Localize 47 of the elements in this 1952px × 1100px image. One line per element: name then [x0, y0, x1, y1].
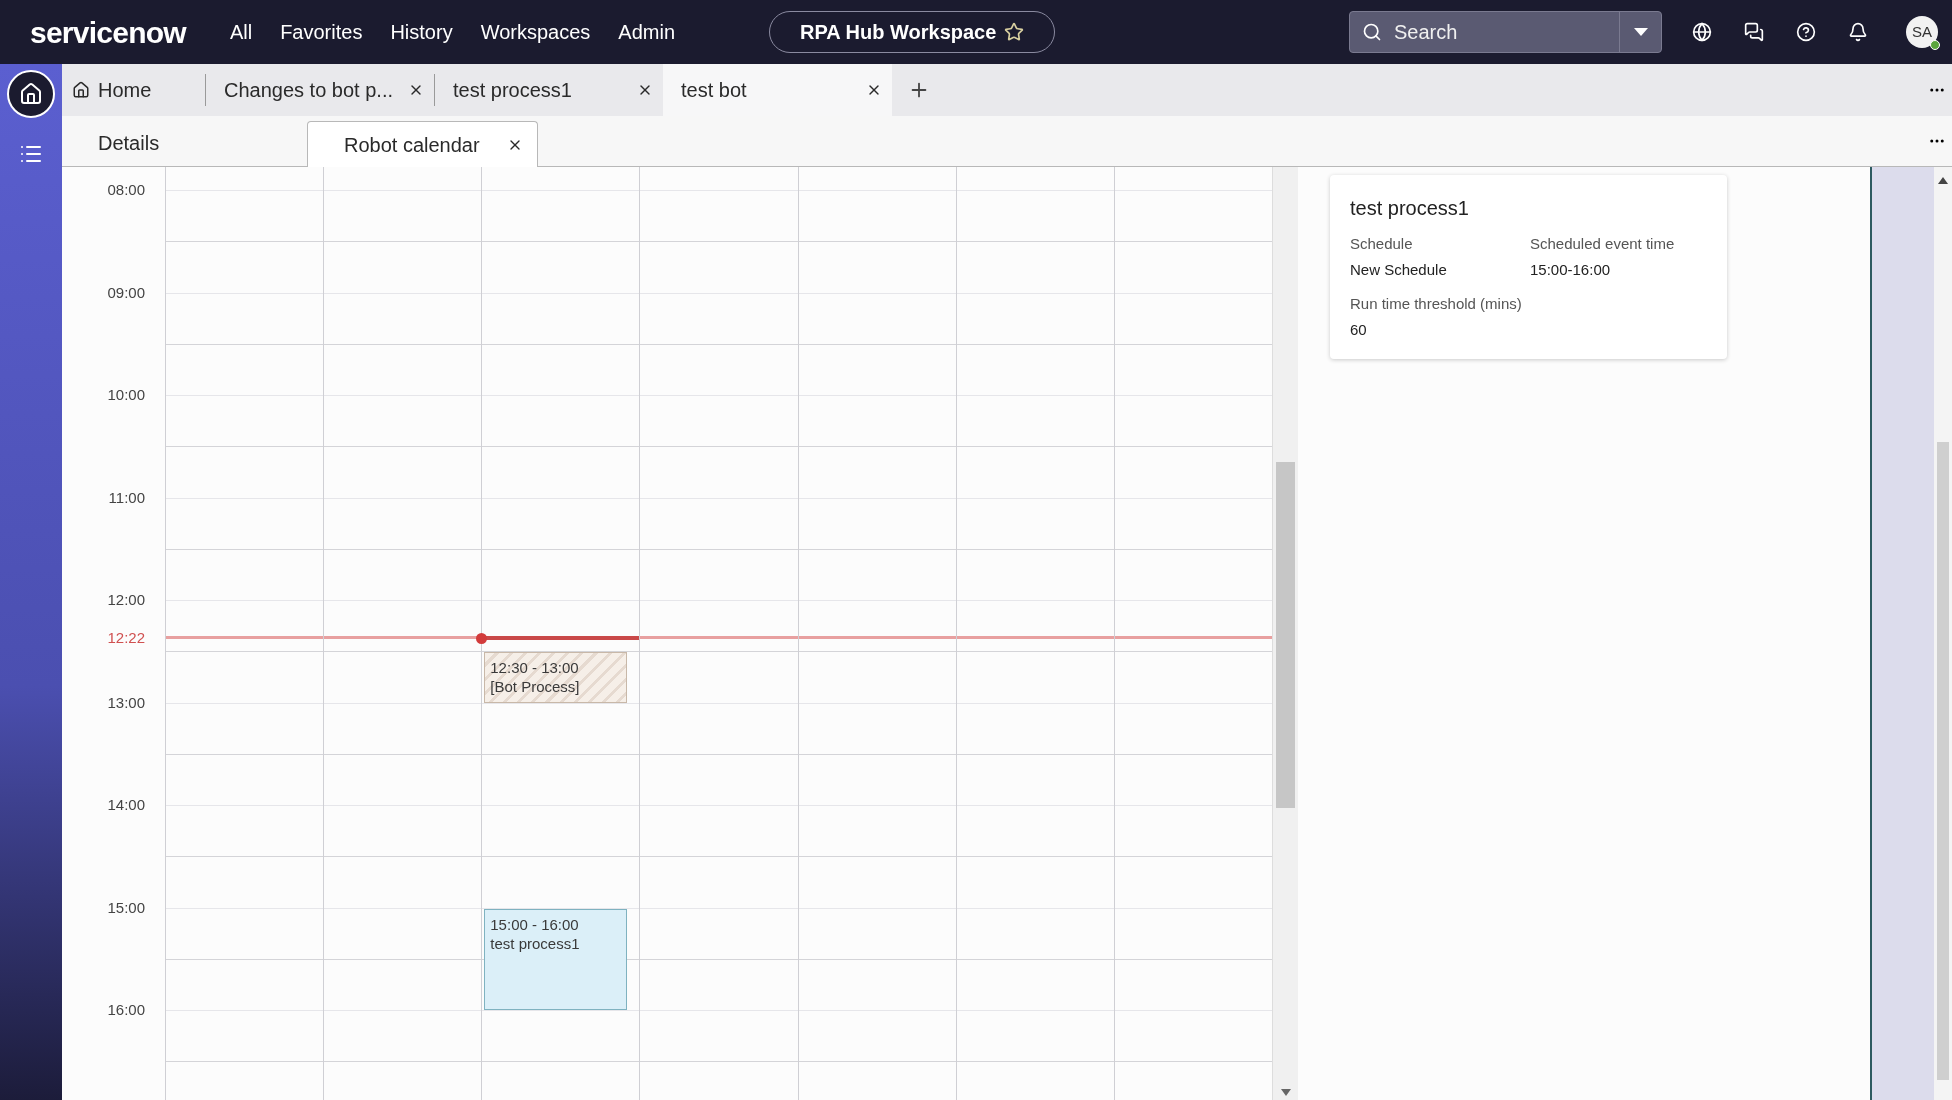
search-field[interactable]: Search [1394, 17, 1619, 47]
current-time-label: 12:22 [107, 629, 145, 645]
online-status-icon [1930, 40, 1940, 50]
record-tab[interactable]: test bot [663, 64, 892, 116]
scroll-up-icon[interactable] [1938, 177, 1948, 184]
hour-label: 12:00 [107, 592, 145, 607]
scroll-down-icon[interactable] [1281, 1089, 1291, 1096]
hour-label: 09:00 [107, 284, 145, 300]
hour-label: 08:00 [107, 182, 145, 197]
nav-link[interactable]: All [229, 17, 253, 47]
calendar-event[interactable]: 15:00 - 16:00 test process1 [484, 908, 628, 1010]
record-tab[interactable]: Home [62, 64, 205, 116]
hour-label: 16:00 [107, 1002, 145, 1017]
card-title: test process1 [1350, 196, 1470, 221]
hour-label: 10:00 [107, 387, 145, 402]
bell-icon[interactable] [1848, 22, 1868, 42]
globe-icon[interactable] [1692, 22, 1712, 42]
nav-link[interactable]: Admin [618, 17, 675, 47]
nav-link[interactable]: History [390, 17, 453, 47]
home-icon [19, 82, 43, 106]
field-value: New Schedule [1350, 259, 1448, 280]
avatar[interactable]: SA [1906, 16, 1938, 48]
calendar-event[interactable]: 12:30 - 13:00 [Bot Process] [484, 652, 628, 703]
search-icon [1362, 22, 1382, 42]
field-label: Schedule [1350, 234, 1414, 254]
hour-label: 15:00 [107, 899, 145, 915]
field-label: Run time threshold (mins) [1350, 294, 1523, 314]
nav-link[interactable]: Favorites [280, 17, 363, 47]
hour-label: 11:00 [108, 489, 145, 505]
nav-link[interactable]: Workspaces [480, 17, 591, 47]
chat-icon[interactable] [1744, 22, 1764, 42]
logo[interactable]: servicenow [30, 9, 186, 55]
sub-tab[interactable]: Robot calendar [307, 121, 538, 167]
search-bar[interactable]: Search [1349, 11, 1662, 53]
field-label: Scheduled event time [1530, 234, 1676, 254]
home-button[interactable] [7, 70, 55, 118]
sub-tab[interactable]: Details [62, 120, 307, 166]
scrollbar-thumb[interactable] [1937, 442, 1949, 1080]
field-value: 15:00-16:00 [1530, 259, 1612, 280]
hour-label: 13:00 [107, 694, 145, 710]
record-tab[interactable]: Changes to bot p... [205, 74, 434, 106]
star-icon [1004, 22, 1025, 42]
help-icon[interactable] [1796, 22, 1816, 42]
home-icon [72, 81, 90, 99]
field-value: 60 [1350, 319, 1368, 340]
scrollbar-thumb[interactable] [1276, 462, 1295, 808]
hour-label: 14:00 [107, 797, 145, 812]
